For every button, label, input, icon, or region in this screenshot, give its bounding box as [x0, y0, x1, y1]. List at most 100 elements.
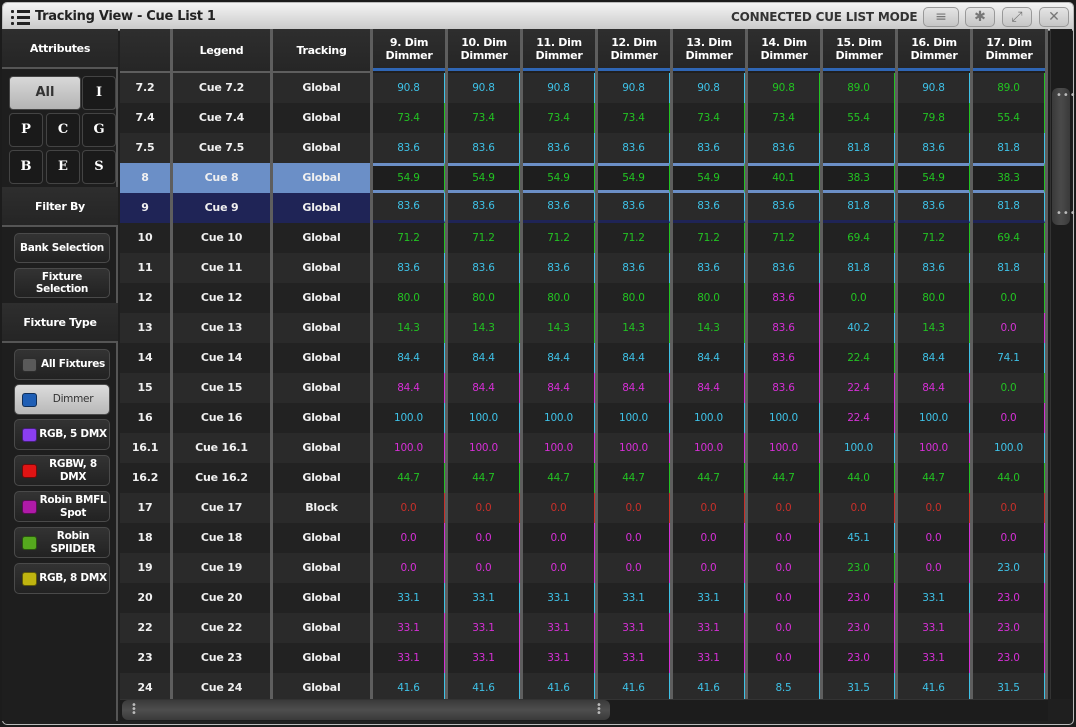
header-channel[interactable]: 11. Dim Dimmer [523, 29, 595, 71]
channel-value[interactable]: 83.6 [523, 193, 595, 223]
channel-value[interactable]: 14.3 [373, 313, 445, 343]
channel-value[interactable]: 83.6 [898, 253, 970, 283]
channel-value[interactable]: 89.0 [823, 73, 895, 103]
channel-value[interactable]: 54.9 [448, 163, 520, 193]
channel-value[interactable]: 100.0 [373, 433, 445, 463]
channel-value[interactable]: 0.0 [748, 523, 820, 553]
column-divider[interactable] [520, 29, 523, 699]
table-row[interactable]: 16.1 Cue 16.1 Global 100.0 100.0 100.0 100.0 10… [120, 433, 1048, 463]
channel-value[interactable]: 44.7 [898, 463, 970, 493]
channel-value[interactable]: 83.6 [373, 133, 445, 163]
channel-value[interactable]: 44.7 [598, 463, 670, 493]
channel-value[interactable]: 89.0 [973, 73, 1045, 103]
attribute-p-button[interactable]: P [9, 113, 43, 147]
channel-value[interactable]: 54.9 [598, 163, 670, 193]
channel-value[interactable]: 33.1 [373, 613, 445, 643]
channel-value[interactable]: 69.4 [823, 223, 895, 253]
channel-value[interactable]: 14.3 [598, 313, 670, 343]
channel-value[interactable]: 90.8 [898, 73, 970, 103]
channel-value[interactable]: 33.1 [448, 613, 520, 643]
channel-value[interactable]: 83.6 [598, 193, 670, 223]
channel-value[interactable]: 33.1 [598, 613, 670, 643]
fixture-type-button[interactable]: Dimmer [14, 384, 110, 415]
header-channel[interactable]: 16. Dim Dimmer [898, 29, 970, 71]
table-row[interactable]: 7.5 Cue 7.5 Global 83.6 83.6 83.6 83.6 83.6 83.6… [120, 133, 1048, 163]
channel-value[interactable]: 83.6 [898, 193, 970, 223]
attribute-b-button[interactable]: B [9, 150, 43, 184]
channel-value[interactable]: 90.8 [748, 73, 820, 103]
channel-value[interactable]: 44.7 [748, 463, 820, 493]
channel-value[interactable]: 83.6 [748, 253, 820, 283]
channel-value[interactable]: 100.0 [748, 403, 820, 433]
attribute-i-button[interactable]: I [82, 76, 116, 110]
channel-value[interactable]: 23.0 [823, 613, 895, 643]
channel-value[interactable]: 33.1 [673, 643, 745, 673]
channel-value[interactable]: 40.2 [823, 313, 895, 343]
channel-value[interactable]: 100.0 [973, 433, 1045, 463]
channel-value[interactable]: 23.0 [823, 643, 895, 673]
channel-value[interactable]: 0.0 [973, 523, 1045, 553]
channel-value[interactable]: 55.4 [973, 103, 1045, 133]
channel-value[interactable]: 44.0 [973, 463, 1045, 493]
channel-value[interactable]: 71.2 [523, 223, 595, 253]
table-row[interactable]: 14 Cue 14 Global 84.4 84.4 84.4 84.4 84.4 83.6 22… [120, 343, 1048, 373]
vertical-scroll-thumb[interactable]: ••• ••• [1052, 88, 1076, 225]
channel-value[interactable]: 38.3 [973, 163, 1045, 193]
column-divider[interactable] [745, 29, 748, 699]
channel-value[interactable]: 54.9 [523, 163, 595, 193]
channel-value[interactable]: 0.0 [448, 553, 520, 583]
fixture-type-button[interactable]: RGB, 8 DMX [14, 563, 110, 594]
attribute-c-button[interactable]: C [46, 113, 80, 147]
channel-value[interactable]: 0.0 [673, 523, 745, 553]
table-row[interactable]: 19 Cue 19 Global 0.0 0.0 0.0 0.0 0.0 0.0 23.0 0.0 2… [120, 553, 1048, 583]
channel-value[interactable]: 0.0 [373, 493, 445, 523]
channel-value[interactable]: 0.0 [673, 493, 745, 523]
channel-value[interactable]: 81.8 [823, 253, 895, 283]
channel-value[interactable]: 0.0 [673, 553, 745, 583]
column-divider[interactable] [370, 29, 373, 699]
channel-value[interactable]: 23.0 [823, 553, 895, 583]
channel-value[interactable]: 100.0 [598, 433, 670, 463]
channel-value[interactable]: 74.1 [973, 343, 1045, 373]
channel-value[interactable]: 83.6 [523, 133, 595, 163]
channel-value[interactable]: 0.0 [748, 643, 820, 673]
channel-value[interactable]: 0.0 [523, 523, 595, 553]
channel-value[interactable]: 84.4 [523, 343, 595, 373]
channel-value[interactable]: 73.4 [448, 103, 520, 133]
channel-value[interactable]: 100.0 [823, 433, 895, 463]
column-divider[interactable] [595, 29, 598, 699]
bank-selection-button[interactable]: Bank Selection [14, 233, 110, 263]
channel-value[interactable]: 80.0 [898, 283, 970, 313]
channel-value[interactable]: 79.8 [898, 103, 970, 133]
channel-value[interactable]: 90.8 [598, 73, 670, 103]
channel-value[interactable]: 84.4 [898, 343, 970, 373]
channel-value[interactable]: 44.7 [373, 463, 445, 493]
column-divider[interactable] [270, 29, 273, 699]
channel-value[interactable]: 73.4 [748, 103, 820, 133]
table-row[interactable]: 13 Cue 13 Global 14.3 14.3 14.3 14.3 14.3 83.6 40… [120, 313, 1048, 343]
channel-value[interactable]: 33.1 [898, 583, 970, 613]
header-channel[interactable]: 12. Dim Dimmer [598, 29, 670, 71]
channel-value[interactable]: 23.0 [973, 583, 1045, 613]
channel-value[interactable]: 83.6 [448, 193, 520, 223]
table-row[interactable]: 7.2 Cue 7.2 Global 90.8 90.8 90.8 90.8 90.8 90.8… [120, 73, 1048, 103]
channel-value[interactable]: 0.0 [748, 583, 820, 613]
channel-value[interactable]: 83.6 [673, 133, 745, 163]
channel-value[interactable]: 73.4 [523, 103, 595, 133]
channel-value[interactable]: 14.3 [898, 313, 970, 343]
attribute-e-button[interactable]: E [46, 150, 80, 184]
attribute-g-button[interactable]: G [82, 113, 116, 147]
channel-value[interactable]: 40.1 [748, 163, 820, 193]
table-row[interactable]: 22 Cue 22 Global 33.1 33.1 33.1 33.1 33.1 0.0 23.… [120, 613, 1048, 643]
channel-value[interactable]: 33.1 [448, 583, 520, 613]
resize-button[interactable]: ⤢ [1002, 7, 1032, 27]
channel-value[interactable]: 81.8 [973, 133, 1045, 163]
channel-value[interactable]: 100.0 [673, 403, 745, 433]
channel-value[interactable]: 44.7 [673, 463, 745, 493]
channel-value[interactable]: 100.0 [673, 433, 745, 463]
channel-value[interactable]: 0.0 [973, 403, 1045, 433]
channel-value[interactable]: 71.2 [748, 223, 820, 253]
channel-value[interactable]: 83.6 [748, 313, 820, 343]
channel-value[interactable]: 100.0 [523, 433, 595, 463]
channel-value[interactable]: 33.1 [673, 583, 745, 613]
